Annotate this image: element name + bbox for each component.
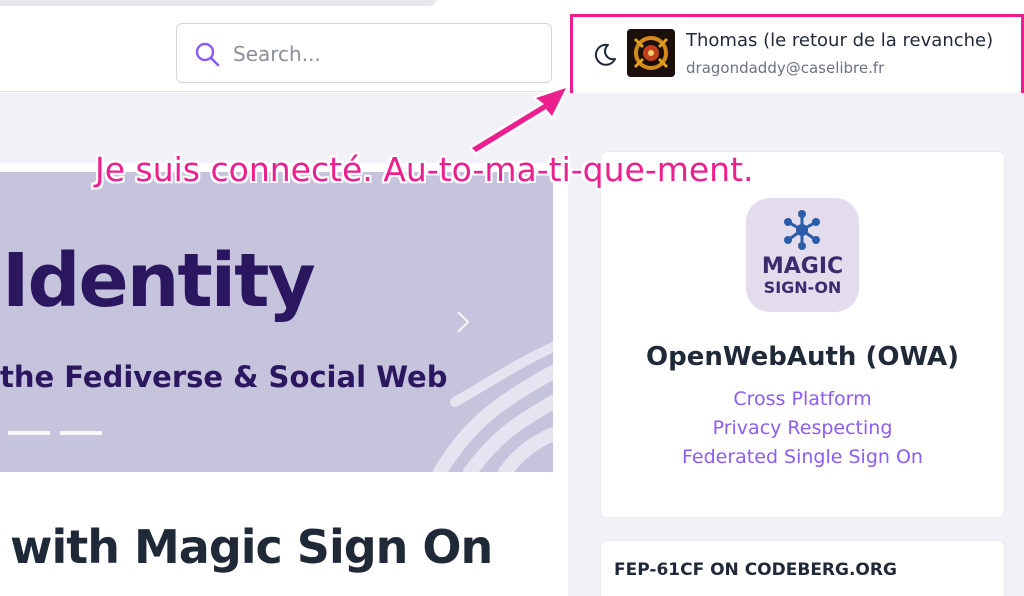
carousel-dot[interactable] — [8, 431, 50, 435]
moon-icon[interactable] — [591, 41, 619, 69]
hero-subtitle: the Fediverse & Social Web — [0, 360, 448, 394]
hero-title: Identity — [2, 238, 316, 324]
fep-card-title[interactable]: FEP-61CF ON CODEBERG.ORG — [614, 560, 897, 580]
carousel-dot[interactable] — [60, 431, 102, 435]
annotation-text: Je suis connecté. Au-to-ma-ti-que-ment. — [95, 150, 754, 189]
owa-feature-2: Privacy Respecting — [712, 417, 893, 439]
user-name: Thomas (le retour de la revanche) — [686, 30, 994, 51]
network-icon — [784, 210, 820, 250]
browser-tab-strip-fragment — [0, 0, 436, 6]
search-icon — [195, 42, 220, 67]
magic-sign-on-logo: MAGIC SIGN-ON — [746, 198, 859, 312]
search-box[interactable] — [176, 23, 552, 83]
user-email: dragondaddy@caselibre.fr — [686, 59, 885, 77]
owa-feature-3: Federated Single Sign On — [682, 446, 923, 468]
chevron-right-icon[interactable] — [452, 308, 474, 336]
avatar-image — [627, 29, 675, 77]
page-heading: with Magic Sign On — [10, 520, 493, 574]
owa-feature-1: Cross Platform — [733, 388, 872, 410]
logo-text-line-1: MAGIC — [761, 254, 844, 279]
user-menu[interactable]: Thomas (le retour de la revanche) dragon… — [570, 14, 1024, 100]
owa-title: OpenWebAuth (OWA) — [646, 342, 959, 372]
avatar[interactable] — [627, 29, 675, 77]
logo-text-line-2: SIGN-ON — [763, 278, 842, 297]
search-input[interactable] — [233, 38, 533, 70]
